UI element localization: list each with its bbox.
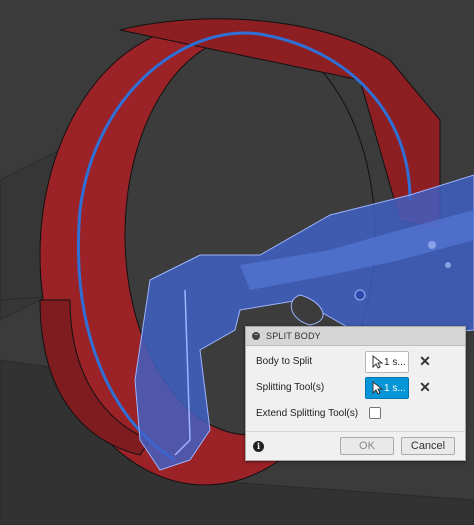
dialog-title: SPLIT BODY bbox=[266, 331, 321, 341]
split-body-dialog: − SPLIT BODY Body to Split 1 s... ✕ Spli… bbox=[245, 326, 466, 461]
splitting-tool-selector[interactable]: 1 s... bbox=[365, 377, 409, 399]
dialog-header[interactable]: − SPLIT BODY bbox=[246, 327, 465, 346]
collapse-icon[interactable]: − bbox=[252, 332, 260, 340]
ok-button[interactable]: OK bbox=[340, 437, 394, 455]
extend-tool-checkbox[interactable] bbox=[369, 407, 381, 419]
body-to-split-label: Body to Split bbox=[256, 356, 313, 367]
cursor-arrow-icon bbox=[372, 355, 384, 369]
clear-body-selection-icon[interactable]: ✕ bbox=[418, 353, 432, 369]
splitting-tool-row: Splitting Tool(s) 1 s... ✕ bbox=[246, 375, 465, 401]
clear-tool-selection-icon[interactable]: ✕ bbox=[418, 379, 432, 395]
splitting-tool-label: Splitting Tool(s) bbox=[256, 382, 325, 393]
splitting-tool-selection: 1 s... bbox=[384, 382, 406, 394]
body-to-split-selector[interactable]: 1 s... bbox=[365, 351, 409, 373]
info-icon[interactable]: i bbox=[253, 441, 264, 452]
cursor-arrow-icon bbox=[372, 381, 384, 395]
body-to-split-row: Body to Split 1 s... ✕ bbox=[246, 349, 465, 375]
body-to-split-selection: 1 s... bbox=[384, 356, 406, 368]
extend-tool-label: Extend Splitting Tool(s) bbox=[256, 408, 359, 419]
dialog-footer: i OK Cancel bbox=[246, 431, 465, 460]
extend-tool-row: Extend Splitting Tool(s) bbox=[246, 401, 465, 427]
cancel-button[interactable]: Cancel bbox=[401, 437, 455, 455]
